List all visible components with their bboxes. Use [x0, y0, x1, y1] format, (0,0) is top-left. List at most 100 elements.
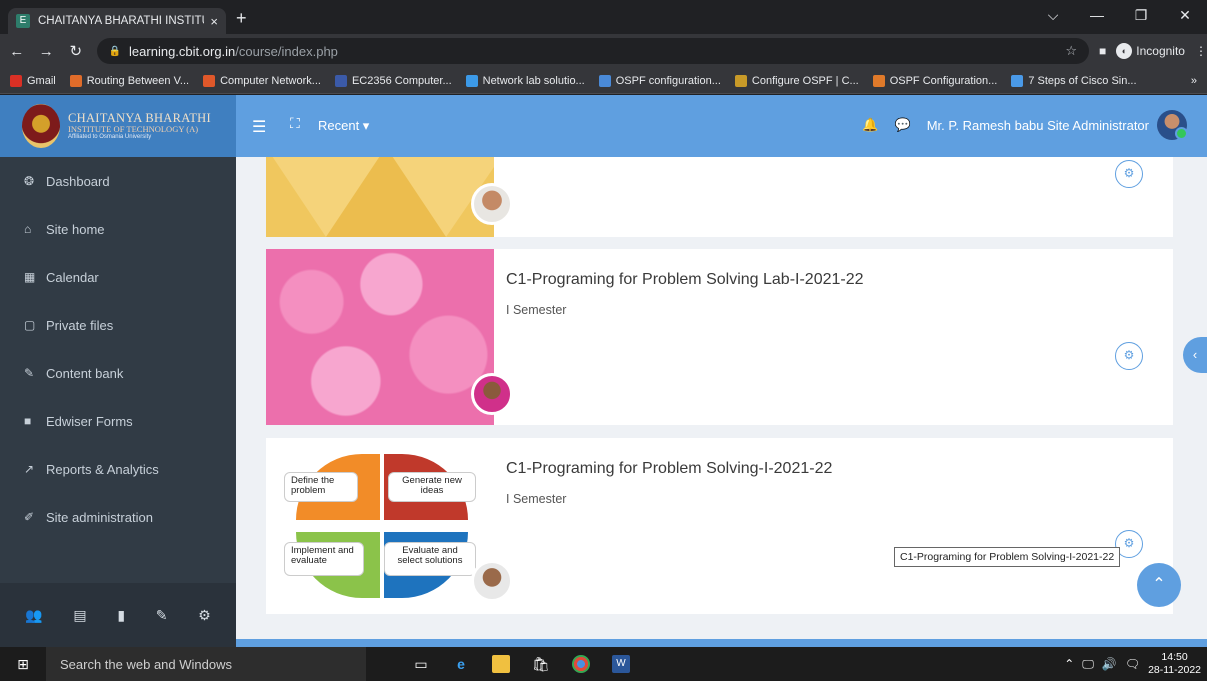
teacher-avatar[interactable]	[471, 560, 513, 602]
brand-line3: Affiliated to Osmania University	[68, 133, 152, 140]
quad-label: Evaluate and select solutions	[384, 542, 476, 576]
browser-tab[interactable]: E CHAITANYA BHARATHI INSTITUTI ×	[8, 8, 226, 34]
clock[interactable]: 14:50 28-11-2022	[1148, 651, 1201, 676]
course-title[interactable]: C1-Programing for Problem Solving Lab-I-…	[506, 271, 864, 289]
form-icon: ■	[24, 414, 32, 428]
browser-menu-icon[interactable]: ⋮	[1195, 44, 1207, 58]
bookmark-item[interactable]: OSPF configuration...	[598, 74, 721, 87]
edge-browser-icon[interactable]: e	[452, 655, 470, 673]
bookmark-favicon-icon	[598, 74, 611, 87]
incognito-indicator[interactable]: ◐ Incognito	[1116, 43, 1185, 59]
back-icon[interactable]: ←	[4, 43, 30, 60]
course-card[interactable]: C1-Programing for Problem Solving Lab-I-…	[266, 249, 1173, 425]
file-explorer-icon[interactable]	[492, 655, 510, 673]
messages-icon[interactable]: 💬	[895, 117, 911, 133]
side-panel-icon[interactable]: ■	[1099, 44, 1106, 58]
bookmark-label: EC2356 Computer...	[351, 74, 452, 87]
bookmarks-overflow-icon[interactable]: »	[1191, 75, 1197, 87]
course-card[interactable]: ⚙	[266, 157, 1173, 237]
course-card[interactable]: Define the problem Generate new ideas Im…	[266, 438, 1173, 614]
document-icon[interactable]: ▮	[117, 607, 125, 624]
settings-icon[interactable]: ⚙	[198, 607, 211, 624]
new-tab-button[interactable]: +	[236, 8, 247, 29]
taskbar-search[interactable]: Search the web and Windows	[46, 647, 366, 681]
site-header: CHAITANYA BHARATHI INSTITUTE OF TECHNOLO…	[0, 95, 1207, 157]
sidebar-item-content-bank[interactable]: ✎ Content bank	[0, 349, 236, 397]
action-center-icon[interactable]: 🗨	[1125, 657, 1140, 671]
bookmark-label: 7 Steps of Cisco Sin...	[1028, 74, 1137, 87]
task-view-icon[interactable]: ▭	[412, 655, 430, 673]
teacher-avatar[interactable]	[471, 183, 513, 225]
bookmark-favicon-icon	[872, 74, 885, 87]
bookmark-item[interactable]: 7 Steps of Cisco Sin...	[1011, 74, 1137, 87]
course-image	[266, 249, 494, 425]
tab-search-icon[interactable]: ⌵	[1031, 0, 1075, 34]
brand-logo-area[interactable]: CHAITANYA BHARATHI INSTITUTE OF TECHNOLO…	[0, 95, 236, 157]
minimize-icon[interactable]: —	[1075, 0, 1119, 34]
bookmark-label: OSPF Configuration...	[889, 74, 998, 87]
tray-chevron-icon[interactable]: ⌃	[1064, 657, 1074, 671]
bookmark-item[interactable]: EC2356 Computer...	[334, 74, 452, 87]
bookmark-item[interactable]: Routing Between V...	[69, 74, 189, 87]
volume-icon[interactable]: 🔊	[1102, 657, 1117, 671]
sidebar-item-site-administration[interactable]: ✐ Site administration	[0, 493, 236, 541]
restore-icon[interactable]: ❐	[1119, 0, 1163, 34]
bookmark-favicon-icon	[465, 74, 478, 87]
chrome-icon[interactable]	[572, 655, 590, 673]
recent-dropdown[interactable]: Recent ▾	[318, 118, 369, 134]
course-category: I Semester	[506, 492, 567, 506]
sidebar-item-dashboard[interactable]: ❂ Dashboard	[0, 157, 236, 205]
network-icon[interactable]: 🖵	[1082, 657, 1094, 672]
fullscreen-icon[interactable]: ⛶	[290, 115, 300, 132]
sidebar-item-private-files[interactable]: ▢ Private files	[0, 301, 236, 349]
quad-label: Generate new ideas	[388, 472, 476, 502]
bookmark-item[interactable]: Configure OSPF | C...	[734, 74, 859, 87]
sidebar-item-edwiser-forms[interactable]: ■ Edwiser Forms	[0, 397, 236, 445]
brand-text: CHAITANYA BHARATHI INSTITUTE OF TECHNOLO…	[68, 111, 211, 140]
users-icon[interactable]: 👥	[25, 607, 42, 624]
store-icon[interactable]: 🛍	[532, 655, 550, 673]
calendar-icon: ▦	[24, 270, 36, 284]
notification-bell-icon[interactable]: 🔔	[862, 117, 878, 133]
sidebar-item-calendar[interactable]: ▦ Calendar	[0, 253, 236, 301]
sidebar-item-label: Site home	[46, 221, 105, 237]
close-window-icon[interactable]: ✕	[1163, 0, 1207, 34]
windows-start-icon[interactable]: ⊞	[0, 656, 46, 673]
sidebar-item-site-home[interactable]: ⌂ Site home	[0, 205, 236, 253]
tab-close-icon[interactable]: ×	[210, 14, 218, 29]
bookmark-item[interactable]: Computer Network...	[203, 74, 321, 87]
sidebar-item-label: Dashboard	[46, 173, 110, 189]
bookmarks-bar: Gmail Routing Between V... Computer Networ…	[0, 68, 1207, 94]
address-bar[interactable]: 🔒 learning.cbit.org.in /course/index.php…	[96, 38, 1090, 64]
bookmark-item[interactable]: Gmail	[10, 74, 56, 87]
taskbar-apps: ▭ e 🛍 W	[412, 655, 630, 673]
wrench-icon: ✐	[24, 510, 35, 524]
reload-icon[interactable]: ↻	[63, 42, 89, 60]
course-settings-icon[interactable]: ⚙	[1115, 160, 1143, 188]
bookmark-item[interactable]: Network lab solutio...	[465, 74, 585, 87]
user-name[interactable]: Mr. P. Ramesh babu Site Administrator	[927, 118, 1149, 133]
user-avatar[interactable]	[1157, 110, 1188, 140]
url-path: /course/index.php	[235, 43, 338, 59]
chart-icon: ↗	[24, 462, 35, 476]
hamburger-menu-icon[interactable]: ☰	[252, 117, 266, 137]
teacher-avatar[interactable]	[471, 373, 513, 415]
bookmark-star-icon[interactable]: ☆	[1065, 43, 1077, 59]
bookmark-favicon-icon	[1011, 74, 1024, 87]
course-list: ⚙ C1-Programing for Problem Solving Lab-…	[236, 157, 1207, 647]
brush-icon[interactable]: ✎	[156, 607, 168, 624]
forward-icon[interactable]: →	[34, 43, 60, 60]
quad-label: Define the problem	[284, 472, 358, 502]
window-controls: ⌵ — ❐ ✕	[1031, 0, 1207, 34]
sidebar: ❂ Dashboard ⌂ Site home ▦ Calendar ▢ Private fi…	[0, 157, 236, 647]
sidebar-item-label: Site administration	[46, 509, 153, 525]
course-settings-icon[interactable]: ⚙	[1115, 342, 1143, 370]
scroll-to-top-button[interactable]: ⌃	[1137, 563, 1181, 607]
course-title[interactable]: C1-Programing for Problem Solving-I-2021…	[506, 460, 832, 478]
archive-icon[interactable]: ▤	[73, 607, 86, 624]
bookmark-label: Network lab solutio...	[482, 74, 585, 87]
sidebar-item-reports-analytics[interactable]: ↗ Reports & Analytics	[0, 445, 236, 493]
bookmark-item[interactable]: OSPF Configuration...	[872, 74, 998, 87]
bookmark-label: OSPF configuration...	[615, 74, 721, 87]
word-icon[interactable]: W	[612, 655, 630, 673]
